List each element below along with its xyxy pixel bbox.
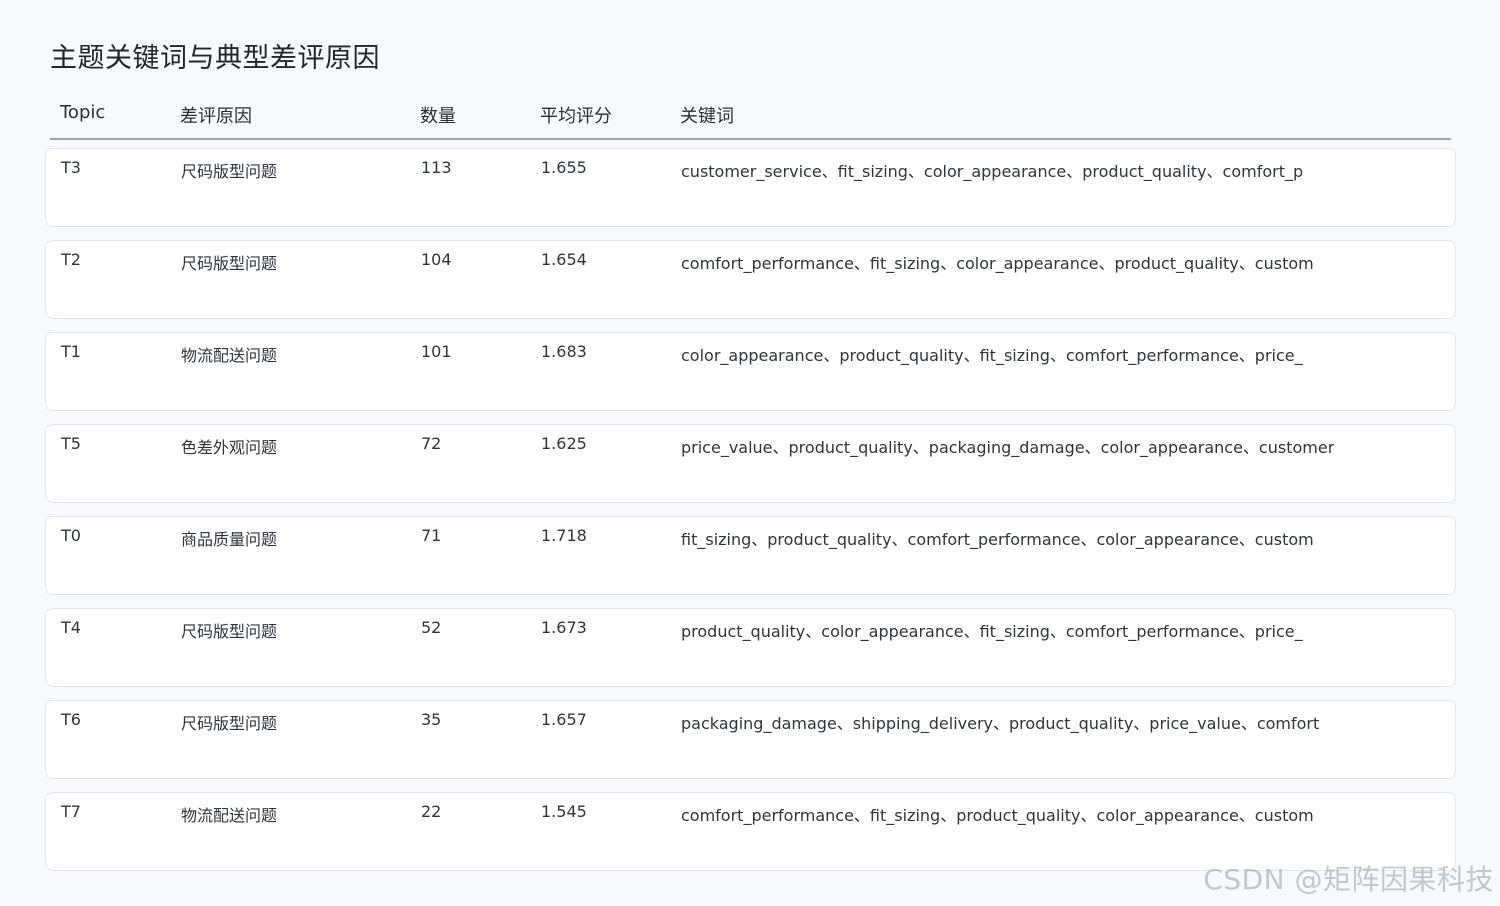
count-cell: 104 — [421, 250, 452, 269]
topic-cell: T1 — [61, 342, 81, 361]
reason-cell: 商品质量问题 — [181, 530, 278, 549]
rating-cell: 1.625 — [541, 434, 587, 453]
watermark: CSDN @矩阵因果科技 — [1203, 863, 1494, 896]
rating-cell: 1.673 — [541, 618, 587, 637]
column-header-count[interactable]: 数量 — [420, 102, 456, 128]
keywords-cell: color_appearance、product_quality、fit_siz… — [681, 346, 1303, 365]
count-cell: 101 — [421, 342, 452, 361]
table-row[interactable]: T0 商品质量问题 71 1.718 fit_sizing、product_qu… — [45, 516, 1456, 595]
table-row[interactable]: T5 色差外观问题 72 1.625 price_value、product_q… — [45, 424, 1456, 503]
column-header-reason[interactable]: 差评原因 — [180, 102, 252, 128]
topic-cell: T7 — [61, 802, 81, 821]
reason-cell: 尺码版型问题 — [181, 162, 278, 181]
reason-cell: 尺码版型问题 — [181, 254, 278, 273]
table-row[interactable]: T1 物流配送问题 101 1.683 color_appearance、pro… — [45, 332, 1456, 411]
reason-cell: 尺码版型问题 — [181, 622, 278, 641]
keywords-cell: comfort_performance、fit_sizing、color_app… — [681, 254, 1314, 273]
table-row[interactable]: T4 尺码版型问题 52 1.673 product_quality、color… — [45, 608, 1456, 687]
keywords-cell: product_quality、color_appearance、fit_siz… — [681, 622, 1303, 641]
topic-cell: T0 — [61, 526, 81, 545]
column-header-rating[interactable]: 平均评分 — [540, 102, 612, 128]
page-title: 主题关键词与典型差评原因 — [50, 43, 380, 74]
rating-cell: 1.655 — [541, 158, 587, 177]
keywords-cell: fit_sizing、product_quality、comfort_perfo… — [681, 530, 1314, 549]
keywords-cell: price_value、product_quality、packaging_da… — [681, 438, 1335, 457]
rating-cell: 1.654 — [541, 250, 587, 269]
rating-cell: 1.718 — [541, 526, 587, 545]
topic-cell: T3 — [61, 158, 81, 177]
keywords-cell: comfort_performance、fit_sizing、product_q… — [681, 806, 1314, 825]
count-cell: 113 — [421, 158, 452, 177]
column-header-keywords[interactable]: 关键词 — [680, 102, 734, 128]
reason-cell: 物流配送问题 — [181, 806, 278, 825]
reason-cell: 尺码版型问题 — [181, 714, 278, 733]
rating-cell: 1.683 — [541, 342, 587, 361]
reason-cell: 色差外观问题 — [181, 438, 278, 457]
column-header-topic[interactable]: Topic — [60, 102, 105, 123]
reason-cell: 物流配送问题 — [181, 346, 278, 365]
table-row[interactable]: T2 尺码版型问题 104 1.654 comfort_performance、… — [45, 240, 1456, 319]
rating-cell: 1.545 — [541, 802, 587, 821]
count-cell: 72 — [421, 434, 442, 453]
topic-cell: T4 — [61, 618, 81, 637]
keywords-cell: packaging_damage、shipping_delivery、produ… — [681, 714, 1320, 733]
keywords-cell: customer_service、fit_sizing、color_appear… — [681, 162, 1304, 181]
count-cell: 35 — [421, 710, 442, 729]
rating-cell: 1.657 — [541, 710, 587, 729]
topic-cell: T5 — [61, 434, 81, 453]
count-cell: 52 — [421, 618, 442, 637]
count-cell: 22 — [421, 802, 442, 821]
topic-cell: T2 — [61, 250, 81, 269]
topic-table-body: T3 尺码版型问题 113 1.655 customer_service、fit… — [45, 148, 1456, 884]
table-header: Topic 差评原因 数量 平均评分 关键词 — [50, 96, 1451, 140]
count-cell: 71 — [421, 526, 442, 545]
topic-cell: T6 — [61, 710, 81, 729]
table-row[interactable]: T6 尺码版型问题 35 1.657 packaging_damage、ship… — [45, 700, 1456, 779]
table-row[interactable]: T3 尺码版型问题 113 1.655 customer_service、fit… — [45, 148, 1456, 227]
